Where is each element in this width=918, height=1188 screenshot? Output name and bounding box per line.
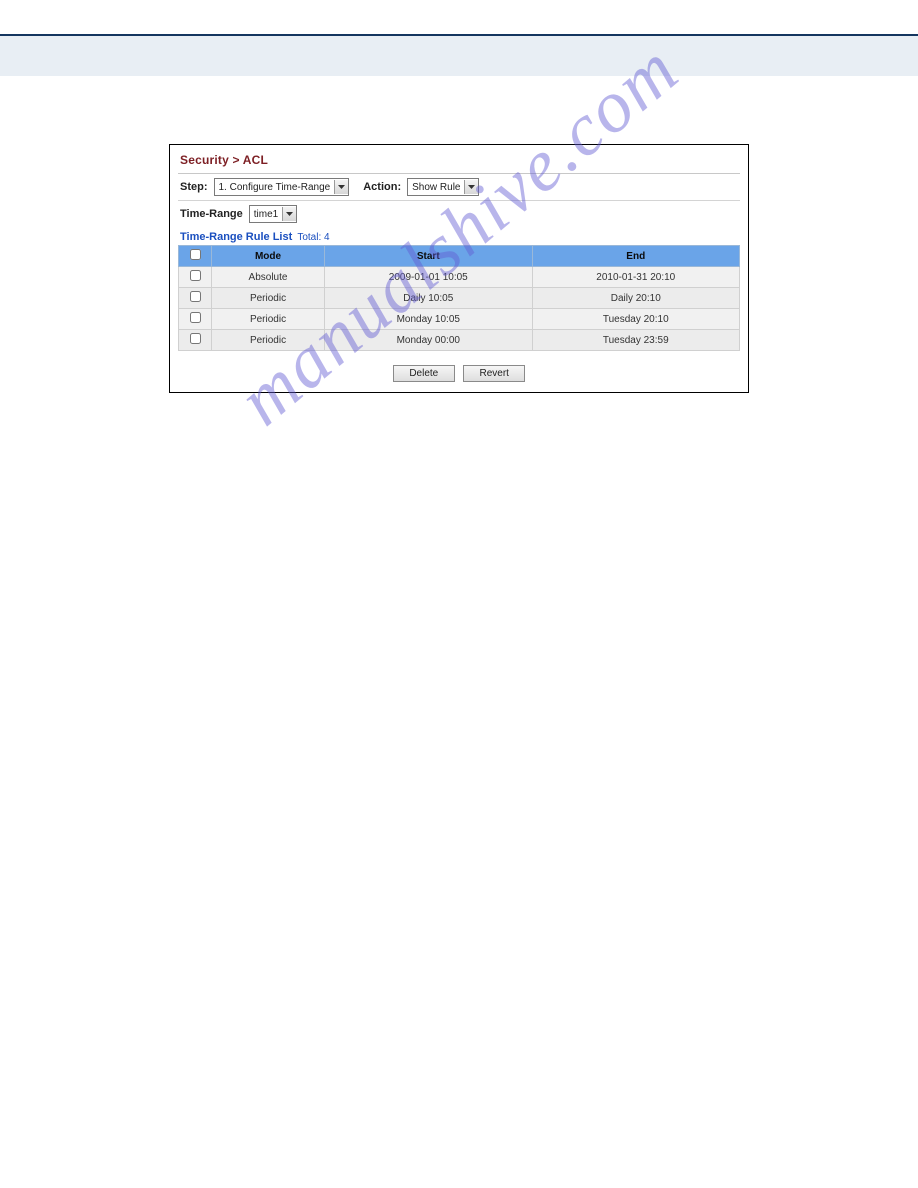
row-checkbox[interactable]	[190, 291, 201, 302]
cell-mode: Periodic	[212, 288, 325, 309]
col-mode: Mode	[212, 246, 325, 267]
row-checkbox[interactable]	[190, 270, 201, 281]
cell-end: Tuesday 23:59	[532, 330, 740, 351]
cell-start: Monday 00:00	[325, 330, 532, 351]
rule-list-total: Total: 4	[297, 232, 329, 243]
button-row: Delete Revert	[178, 351, 740, 382]
cell-start: Monday 10:05	[325, 309, 532, 330]
page-banner	[0, 36, 918, 76]
time-range-label: Time-Range	[180, 208, 243, 220]
time-range-row: Time-Range time1	[178, 200, 740, 227]
cell-end: Tuesday 20:10	[532, 309, 740, 330]
table-row: Periodic Monday 00:00 Tuesday 23:59	[179, 330, 740, 351]
cell-end: 2010-01-31 20:10	[532, 267, 740, 288]
table-row: Periodic Monday 10:05 Tuesday 20:10	[179, 309, 740, 330]
action-select[interactable]: Show Rule	[407, 178, 479, 196]
cell-start: 2009-01-01 10:05	[325, 267, 532, 288]
row-checkbox[interactable]	[190, 312, 201, 323]
time-range-select-value: time1	[254, 209, 278, 220]
cell-mode: Periodic	[212, 309, 325, 330]
acl-panel: Security > ACL Step: 1. Configure Time-R…	[169, 144, 749, 393]
chevron-down-icon	[334, 180, 348, 194]
step-label: Step:	[180, 181, 208, 193]
delete-button[interactable]: Delete	[393, 365, 455, 382]
col-start: Start	[325, 246, 532, 267]
action-label: Action:	[363, 181, 401, 193]
revert-button[interactable]: Revert	[463, 365, 525, 382]
col-select-all[interactable]	[179, 246, 212, 267]
step-select[interactable]: 1. Configure Time-Range	[214, 178, 350, 196]
table-row: Periodic Daily 10:05 Daily 20:10	[179, 288, 740, 309]
chevron-down-icon	[282, 207, 296, 221]
cell-start: Daily 10:05	[325, 288, 532, 309]
rule-table: Mode Start End Absolute 2009-01-01 10:05…	[178, 245, 740, 351]
cell-mode: Absolute	[212, 267, 325, 288]
breadcrumb: Security > ACL	[178, 151, 740, 173]
table-row: Absolute 2009-01-01 10:05 2010-01-31 20:…	[179, 267, 740, 288]
chevron-down-icon	[464, 180, 478, 194]
action-select-value: Show Rule	[412, 182, 460, 193]
cell-end: Daily 20:10	[532, 288, 740, 309]
cell-mode: Periodic	[212, 330, 325, 351]
time-range-select[interactable]: time1	[249, 205, 297, 223]
step-select-value: 1. Configure Time-Range	[219, 182, 331, 193]
select-all-checkbox[interactable]	[190, 249, 201, 260]
step-action-row: Step: 1. Configure Time-Range Action: Sh…	[178, 173, 740, 200]
col-end: End	[532, 246, 740, 267]
row-checkbox[interactable]	[190, 333, 201, 344]
rule-list-title: Time-Range Rule List Total: 4	[178, 227, 740, 245]
